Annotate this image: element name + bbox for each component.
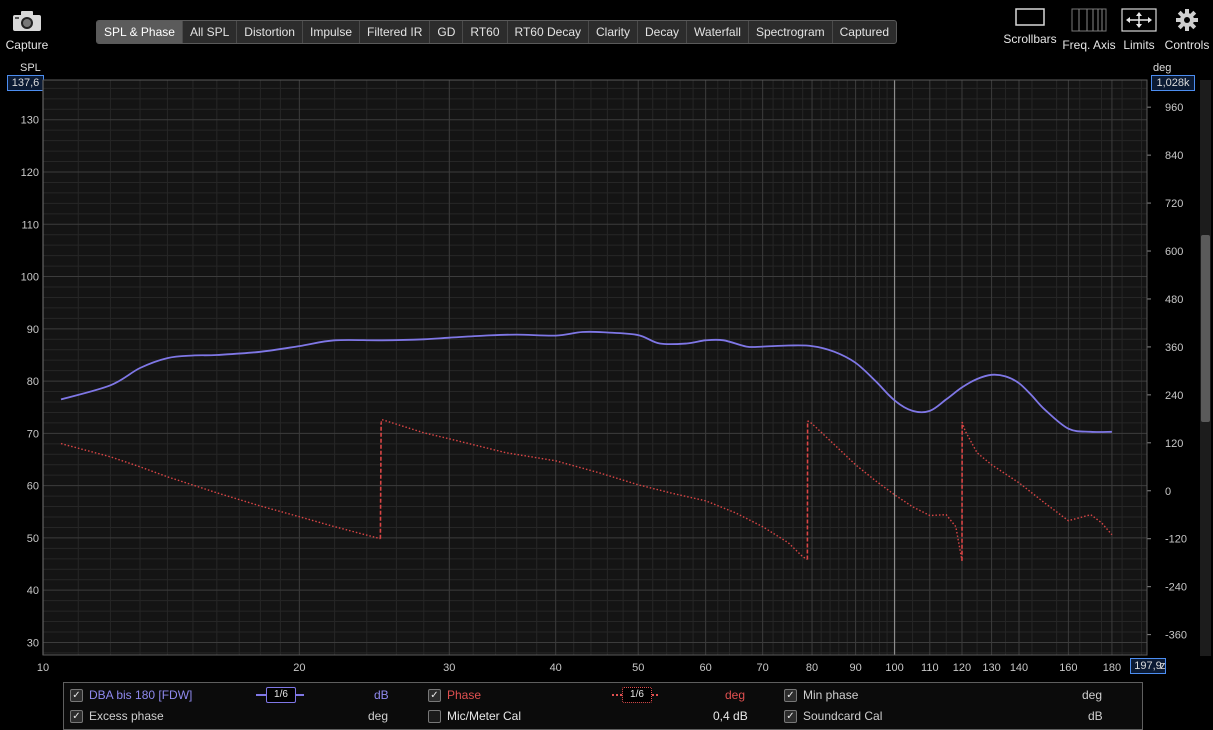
checkbox[interactable]: ✓ [70, 689, 83, 702]
y-left-tick-label: 100 [21, 272, 39, 284]
y-right-tick-label: 960 [1165, 102, 1183, 114]
y-right-tick-label: -120 [1165, 534, 1187, 546]
vertical-scrollbar[interactable] [1200, 80, 1211, 656]
legend-unit: dB [1088, 709, 1103, 723]
y-right-tick-label: 720 [1165, 198, 1183, 210]
checkbox[interactable]: ✓ [784, 710, 797, 723]
legend-unit: deg [1082, 688, 1103, 702]
spl-phase-chart[interactable]: 3040506070809010011012013096084072060048… [0, 0, 1213, 730]
legend-panel: ✓ DBA bis 180 [FDW] 1/6 dB ✓ Phase 1/6 d… [63, 682, 1143, 730]
mic-cal-value: 0,4 dB [713, 709, 748, 723]
plot-background [43, 80, 1147, 655]
checkbox[interactable]: ✓ [428, 689, 441, 702]
y-left-tick-label: 90 [27, 324, 39, 336]
legend-unit: deg [368, 709, 389, 723]
y-right-tick-label: 840 [1165, 150, 1183, 162]
checkbox[interactable]: ✓ [70, 710, 83, 723]
legend-item-min-phase[interactable]: ✓ Min phase [784, 685, 904, 705]
y-left-tick-label: 30 [27, 637, 39, 649]
legend-item-soundcard-cal[interactable]: ✓ Soundcard Cal [784, 706, 924, 726]
legend-unit: deg [725, 688, 746, 702]
legend-label: Excess phase [89, 709, 164, 723]
y-left-tick-label: 40 [27, 585, 39, 597]
x-tick-label: 130 [982, 662, 1000, 674]
legend-label: Soundcard Cal [803, 709, 883, 723]
legend-unit: dB [374, 688, 389, 702]
legend-label: Phase [447, 688, 482, 702]
y-left-tick-label: 60 [27, 481, 39, 493]
x-tick-label: 10 [37, 662, 49, 674]
y-right-tick-label: -240 [1165, 582, 1187, 594]
x-tick-label: 80 [806, 662, 818, 674]
checkbox[interactable] [428, 710, 441, 723]
x-tick-label: 180 [1103, 662, 1121, 674]
x-tick-label: 40 [550, 662, 562, 674]
x-tick-label: 160 [1059, 662, 1077, 674]
x-tick-label: 30 [443, 662, 455, 674]
legend-row: ✓ DBA bis 180 [FDW] 1/6 dB ✓ Phase 1/6 d… [64, 685, 1142, 705]
y-left-tick-label: 80 [27, 376, 39, 388]
legend-label: DBA bis 180 [FDW] [89, 688, 193, 702]
y-right-tick-label: 480 [1165, 294, 1183, 306]
y-right-tick-label: -360 [1165, 630, 1187, 642]
x-tick-label: 110 [921, 662, 939, 674]
legend-item-phase[interactable]: ✓ Phase [428, 685, 548, 705]
y-right-tick-label: 120 [1165, 438, 1183, 450]
y-right-tick-label: 360 [1165, 342, 1183, 354]
smoothing-badge[interactable]: 1/6 [622, 687, 652, 703]
x-tick-label: 60 [700, 662, 712, 674]
legend-item-dba[interactable]: ✓ DBA bis 180 [FDW] [70, 685, 210, 705]
y-right-tick-label: 600 [1165, 246, 1183, 258]
legend-label: Mic/Meter Cal [447, 709, 522, 723]
legend-row: ✓ Excess phase deg Mic/Meter Cal 0,4 dB … [64, 706, 1142, 726]
x-tick-label: 100 [885, 662, 903, 674]
x-tick-label: 50 [632, 662, 644, 674]
legend-label: Min phase [803, 688, 859, 702]
y-right-tick-label: 0 [1165, 486, 1171, 498]
y-right-tick-label: 240 [1165, 390, 1183, 402]
y-left-tick-label: 110 [21, 219, 39, 231]
smoothing-badge[interactable]: 1/6 [266, 687, 296, 703]
y-left-tick-label: 70 [27, 428, 39, 440]
legend-item-mic-cal[interactable]: Mic/Meter Cal [428, 706, 568, 726]
scrollbar-thumb[interactable] [1201, 235, 1210, 422]
checkbox[interactable]: ✓ [784, 689, 797, 702]
x-tick-label: 70 [757, 662, 769, 674]
legend-item-excess-phase[interactable]: ✓ Excess phase [70, 706, 210, 726]
y-left-tick-label: 120 [21, 167, 39, 179]
x-tick-label: 20 [293, 662, 305, 674]
y-left-tick-label: 50 [27, 533, 39, 545]
x-tick-label: 90 [849, 662, 861, 674]
x-tick-label: 140 [1010, 662, 1028, 674]
x-tick-label: 120 [953, 662, 971, 674]
y-left-tick-label: 130 [21, 115, 39, 127]
